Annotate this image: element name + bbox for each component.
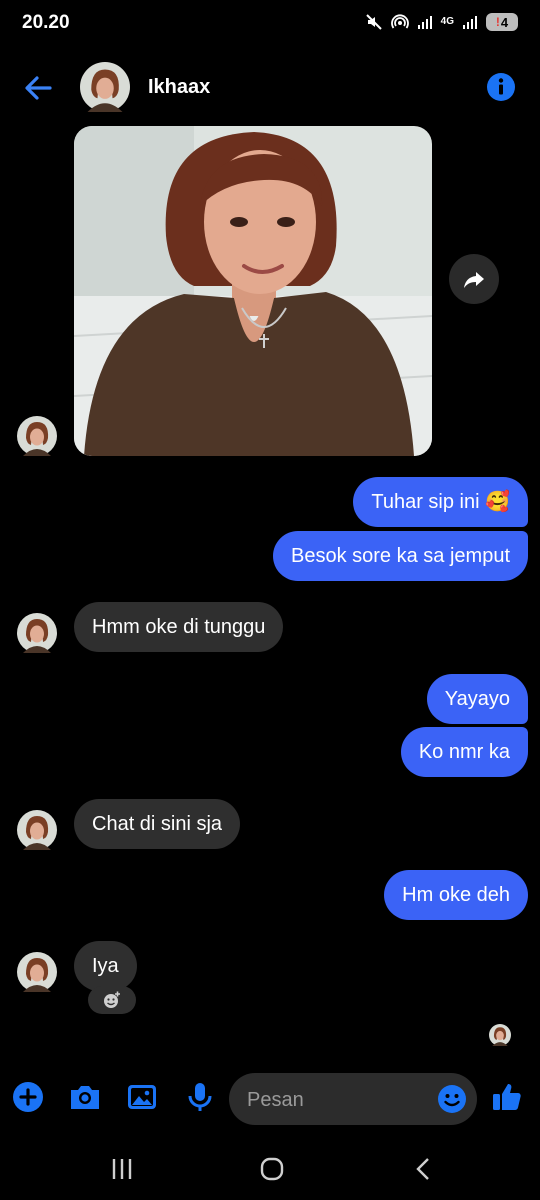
message-bubble-incoming[interactable]: Chat di sini sja [74, 799, 241, 849]
message-composer [0, 1068, 540, 1130]
back-nav-button[interactable] [409, 1154, 439, 1184]
forward-button[interactable] [449, 254, 499, 304]
status-bar: 20.20 4G ! 4 [0, 0, 540, 48]
messenger-chat-screen: 20.20 4G ! 4 Ikhaax Tuhar sip ini 🥰 Beso… [0, 0, 540, 1200]
photo-message[interactable] [74, 126, 432, 456]
battery-indicator: ! 4 [486, 13, 518, 31]
camera-icon [71, 1086, 99, 1109]
home-icon [260, 1157, 284, 1181]
sender-avatar[interactable] [17, 810, 57, 850]
message-bubble-outgoing[interactable]: Ko nmr ka [400, 727, 528, 777]
sender-avatar[interactable] [17, 613, 57, 653]
signal-icon-2 [462, 14, 478, 30]
voice-message-button[interactable] [183, 1080, 217, 1114]
info-button[interactable] [486, 72, 516, 102]
battery-warning-icon: ! [495, 15, 500, 29]
system-navigation-bar [0, 1140, 540, 1200]
message-input-container [229, 1073, 477, 1127]
message-bubble-outgoing[interactable]: Besok sore ka sa jemput [273, 531, 528, 581]
mute-icon [365, 13, 383, 31]
add-reaction-button[interactable] [88, 986, 136, 1014]
chevron-left-icon [416, 1158, 429, 1180]
message-bubble-outgoing[interactable]: Tuhar sip ini 🥰 [353, 477, 528, 527]
message-bubble-incoming[interactable]: Hmm oke di tunggu [74, 602, 284, 652]
add-reaction-icon [104, 991, 120, 1008]
home-button[interactable] [257, 1154, 287, 1184]
sender-avatar[interactable] [17, 416, 57, 456]
more-actions-button[interactable] [11, 1080, 45, 1114]
camera-button[interactable] [68, 1080, 102, 1114]
seen-indicator-avatar [489, 1024, 511, 1046]
contact-name[interactable]: Ikhaax [148, 76, 210, 99]
back-button[interactable] [20, 70, 56, 106]
shared-photo [74, 126, 432, 456]
emoji-button[interactable] [437, 1084, 467, 1114]
status-icons: 4G ! 4 [365, 13, 518, 31]
chat-header: Ikhaax [0, 58, 540, 118]
message-input[interactable] [245, 1073, 439, 1127]
like-button[interactable] [490, 1080, 524, 1114]
thumbs-up-icon [493, 1084, 521, 1110]
network-type-label: 4G [440, 16, 454, 27]
image-icon [128, 1085, 156, 1109]
smile-icon [438, 1085, 466, 1113]
signal-icon [417, 14, 433, 30]
plus-icon [13, 1082, 43, 1112]
recent-apps-button[interactable] [107, 1154, 137, 1184]
hotspot-icon [390, 13, 409, 31]
forward-icon [464, 272, 484, 288]
microphone-icon [188, 1083, 212, 1111]
gallery-button[interactable] [125, 1080, 159, 1114]
status-time: 20.20 [22, 12, 70, 33]
contact-avatar[interactable] [80, 62, 130, 112]
info-icon [487, 73, 515, 101]
message-bubble-outgoing[interactable]: Hm oke deh [384, 870, 528, 920]
battery-level: 4 [500, 14, 509, 30]
message-bubble-outgoing[interactable]: Yayayo [426, 674, 528, 724]
arrow-left-icon [25, 76, 52, 100]
message-bubble-incoming[interactable]: Iya [74, 941, 137, 991]
sender-avatar[interactable] [17, 952, 57, 992]
recent-apps-icon [112, 1159, 132, 1179]
